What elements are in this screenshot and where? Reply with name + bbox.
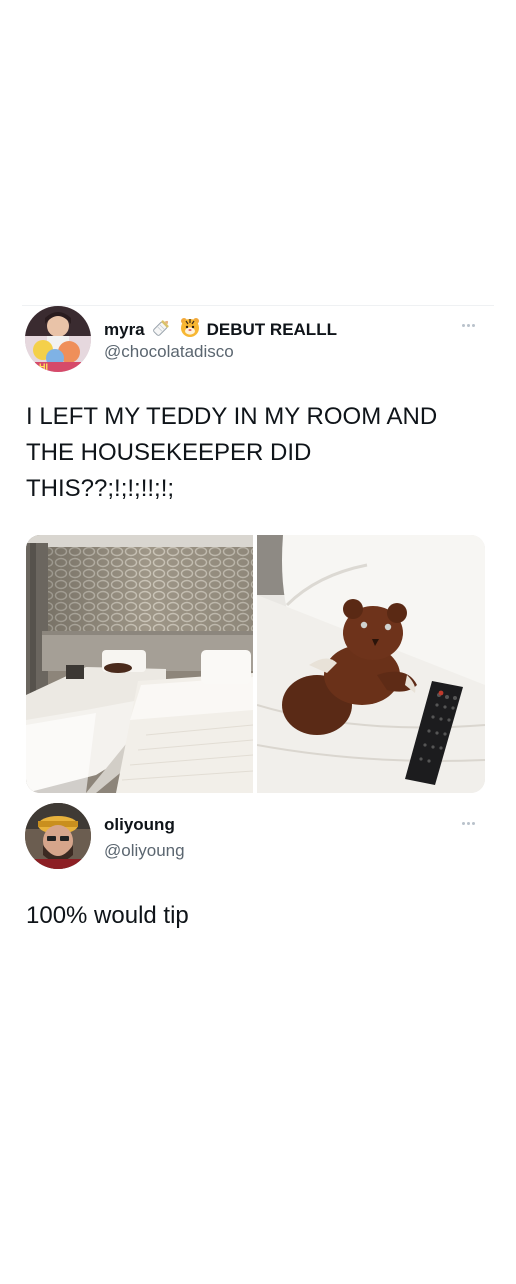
avatar[interactable]: HI — [25, 306, 91, 372]
photo-hotel-room[interactable] — [26, 535, 253, 793]
tweet-text: I LEFT MY TEDDY IN MY ROOM AND THE HOUSE… — [26, 403, 438, 502]
top-divider — [22, 305, 494, 306]
handle[interactable]: @chocolatadisco — [104, 342, 234, 362]
more-options-icon[interactable] — [462, 822, 475, 825]
display-name[interactable]: myra — [104, 320, 145, 340]
photo-teddy-bear[interactable] — [257, 535, 485, 793]
avatar[interactable] — [25, 803, 91, 869]
baby-bottle-icon — [151, 316, 173, 343]
more-options-icon[interactable] — [462, 324, 475, 327]
avatar-label: HI — [39, 362, 48, 372]
tiger-face-icon — [179, 316, 201, 343]
avatar-image — [25, 803, 91, 869]
tweet-text: 100% would tip — [26, 902, 189, 929]
badge-text: DEBUT REALLL — [206, 319, 337, 339]
handle[interactable]: @oliyoung — [104, 841, 185, 861]
avatar-image: HI — [25, 306, 91, 372]
display-name[interactable]: oliyoung — [104, 815, 175, 835]
